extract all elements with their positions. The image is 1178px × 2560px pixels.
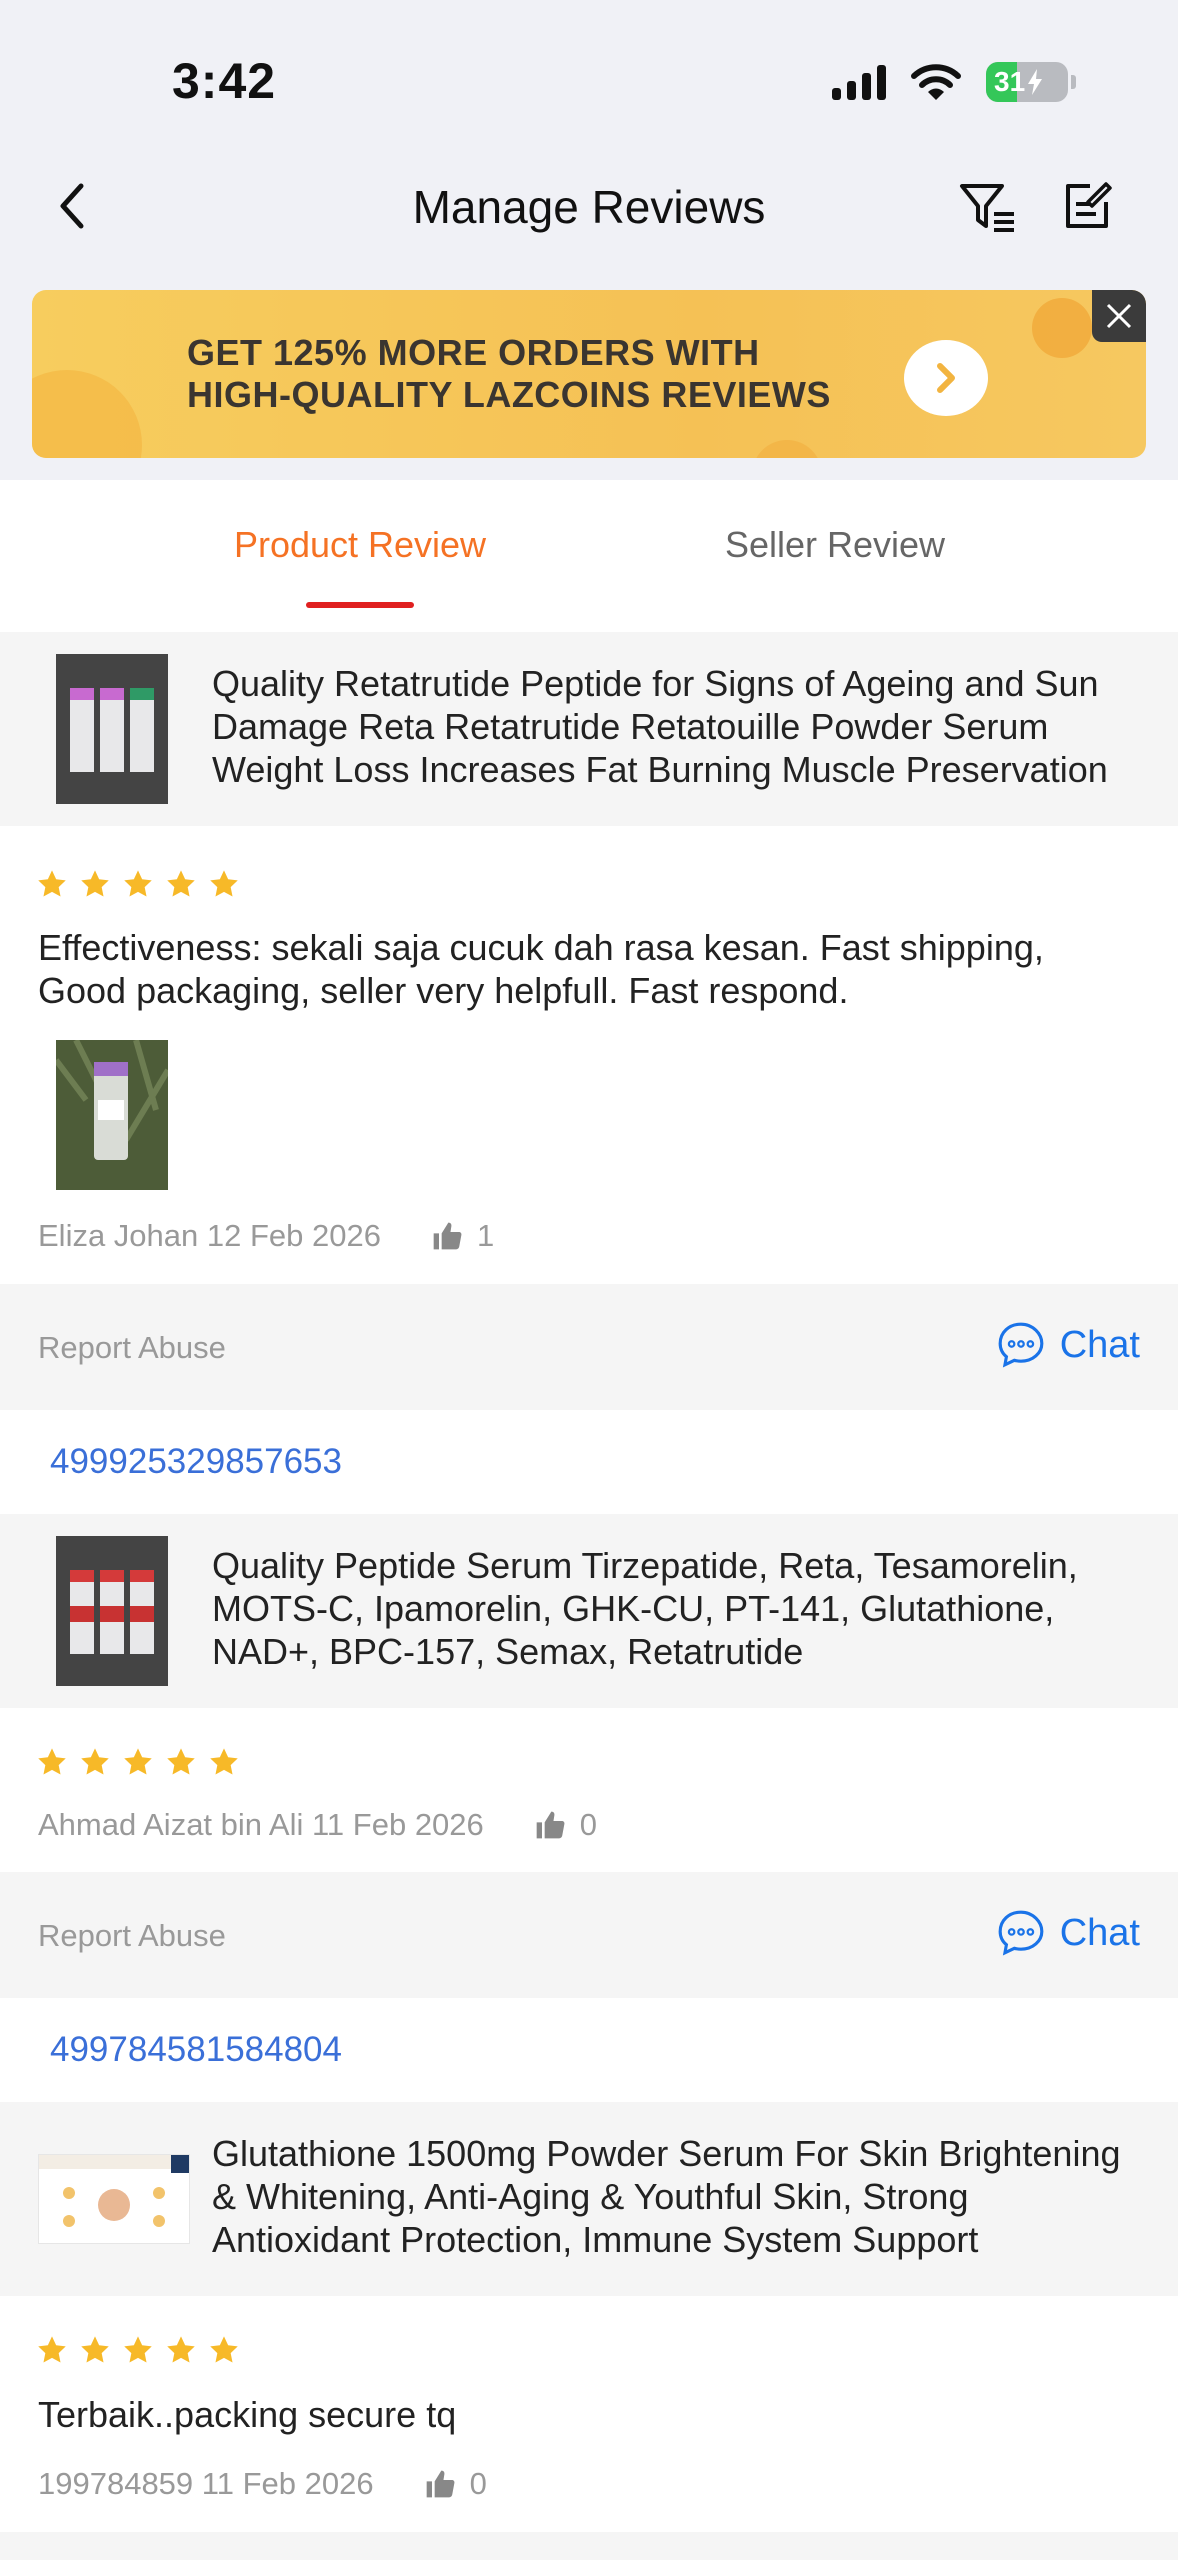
chat-label: Chat [1059,1323,1140,1366]
review-actions: Report Abuse Chat [0,1872,1178,1998]
star-icon [36,868,68,900]
chat-button[interactable]: Chat [996,1320,1140,1370]
star-icon [122,868,154,900]
review-text: Effectiveness: sekali saja cucuk dah ras… [38,927,1044,1011]
star-icon [36,1746,68,1778]
like-button[interactable]: 1 [431,1218,494,1254]
product-row[interactable]: Glutathione 1500mg Powder Serum For Skin… [0,2102,1178,2296]
write-review-button[interactable] [1060,180,1116,236]
filter-button[interactable] [958,180,1022,236]
product-title: Quality Peptide Serum Tirzepatide, Reta,… [212,1545,1078,1672]
status-time: 3:42 [172,53,277,109]
chevron-right-icon [937,363,955,393]
star-icon [122,2334,154,2366]
thumbs-up-icon [431,1220,463,1252]
star-icon [165,868,197,900]
product-thumbnail [56,1536,168,1686]
cellular-signal-icon [832,64,886,100]
order-id-link[interactable]: 499925329857653 [50,1442,342,1482]
reviewer-name-date: Eliza Johan 12 Feb 2026 [38,1218,381,1253]
thumbs-up-icon [424,2468,456,2500]
banner-arrow-button[interactable] [904,340,988,416]
like-count: 1 [476,1218,495,1253]
product-thumbnail [56,654,168,804]
status-icons: 31 [832,62,1076,102]
product-title: Glutathione 1500mg Powder Serum For Skin… [212,2133,1121,2260]
star-rating [36,2334,240,2366]
star-icon [122,1746,154,1778]
review-meta: Ahmad Aizat bin Ali 11 Feb 2026 0 [38,1807,597,1843]
report-abuse-link[interactable]: Report Abuse [38,1330,226,1366]
review-tabs: Product Review Seller Review [0,480,1178,632]
star-icon [79,868,111,900]
star-icon [79,2334,111,2366]
review-text: Terbaik..packing secure tq [38,2394,457,2435]
product-thumbnail [38,2154,190,2244]
star-rating [36,1746,240,1778]
like-button[interactable]: 0 [424,2466,487,2502]
promo-banner-text: GET 125% MORE ORDERS WITH HIGH-QUALITY L… [187,332,831,415]
star-icon [79,1746,111,1778]
order-id-link[interactable]: 499784581584804 [50,2030,342,2070]
thumbs-up-icon [534,1809,566,1841]
review-meta: 199784859 11 Feb 2026 0 [38,2466,487,2502]
banner-close-button[interactable] [1092,290,1146,342]
edit-note-icon [1066,182,1112,228]
reviewer-name-date: Ahmad Aizat bin Ali 11 Feb 2026 [38,1807,484,1842]
star-icon [36,2334,68,2366]
like-button[interactable]: 0 [534,1807,597,1843]
review-actions: Report Abuse Chat [0,1284,1178,1410]
promo-banner[interactable]: GET 125% MORE ORDERS WITH HIGH-QUALITY L… [32,290,1146,458]
product-row[interactable]: Quality Peptide Serum Tirzepatide, Reta,… [0,1514,1178,1708]
battery-level: 31 [994,66,1026,97]
star-icon [208,868,240,900]
close-icon [1106,303,1132,329]
list-divider [0,2532,1178,2560]
reviewer-name-date: 199784859 11 Feb 2026 [38,2466,374,2501]
report-abuse-link[interactable]: Report Abuse [38,1918,226,1954]
chat-button[interactable]: Chat [996,1908,1140,1958]
star-icon [165,2334,197,2366]
wifi-icon [911,64,961,100]
review-meta: Eliza Johan 12 Feb 2026 1 [38,1218,494,1254]
star-icon [208,2334,240,2366]
like-count: 0 [469,2466,487,2501]
order-row: 499925329857653 [0,1410,1178,1514]
active-tab-indicator [306,602,414,608]
battery-icon: 31 [986,62,1076,102]
star-icon [208,1746,240,1778]
star-rating [36,868,240,900]
review-photo[interactable] [56,1040,168,1190]
filter-icon [960,184,1014,232]
tab-seller-review[interactable]: Seller Review [600,524,1070,566]
chat-label: Chat [1059,1911,1140,1954]
order-row: 499784581584804 [0,1998,1178,2102]
like-count: 0 [579,1807,598,1842]
product-title: Quality Retatrutide Peptide for Signs of… [212,663,1108,790]
chat-bubble-icon [996,1908,1046,1958]
product-row[interactable]: Quality Retatrutide Peptide for Signs of… [0,632,1178,826]
chat-bubble-icon [996,1320,1046,1370]
star-icon [165,1746,197,1778]
